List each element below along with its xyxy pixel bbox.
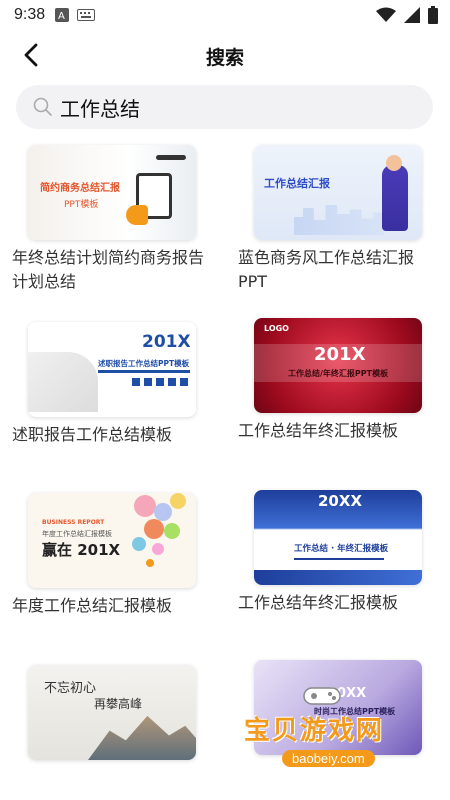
wrench-illustration <box>156 155 186 160</box>
result-thumbnail: BUSINESS REPORT 年度工作总结汇报模板 赢在 201X <box>28 493 196 588</box>
battery-icon <box>428 6 438 24</box>
watermark-url: baobeiy.com <box>282 750 375 767</box>
search-icon <box>33 97 52 116</box>
thumb-title: 不忘初心 <box>44 681 97 696</box>
result-thumbnail: LOGO 201X 工作总结/年终汇报PPT模板 <box>254 318 422 413</box>
wifi-icon <box>376 7 396 22</box>
thumb-bar <box>98 370 190 373</box>
thumb-year: 201X <box>314 344 366 365</box>
app-a-icon: A <box>55 8 70 22</box>
result-card[interactable]: 工作总结汇报 蓝色商务风工作总结汇报PPT <box>238 145 438 294</box>
page-title: 搜索 <box>205 46 244 69</box>
result-title: 工作总结年终汇报模板 <box>238 593 399 612</box>
watermark-title: 宝贝游戏网 <box>244 716 385 746</box>
signal-icon <box>404 7 420 23</box>
result-thumbnail: 简约商务总结汇报 PPT模板 <box>28 145 196 240</box>
balloon-circles <box>124 493 196 588</box>
result-card[interactable]: LOGO 201X 工作总结/年终汇报PPT模板 工作总结年终汇报模板 <box>238 318 438 443</box>
result-thumbnail: 不忘初心 再攀高峰 <box>28 665 196 760</box>
thumb-subtitle: PPT模板 <box>64 200 99 210</box>
result-thumbnail: 20XX 工作总结 · 年终汇报模板 <box>254 490 422 585</box>
thumb-line <box>294 558 384 560</box>
thumb-icons-row <box>132 378 188 386</box>
result-card[interactable]: 不忘初心 再攀高峰 <box>12 665 212 760</box>
result-title: 年终总结计划简约商务报告计划总结 <box>12 248 205 291</box>
gamepad-icon <box>303 687 341 705</box>
status-bar: 9:38 A <box>0 0 450 30</box>
hand-pen-illustration <box>28 352 98 412</box>
header: 搜索 <box>0 30 450 82</box>
result-thumbnail: 201X 述职报告工作总结PPT模板 <box>28 322 196 417</box>
status-time: 9:38 <box>14 6 46 23</box>
thumb-footer <box>254 570 422 585</box>
result-thumbnail: 工作总结汇报 <box>254 145 422 240</box>
thumb-year: 20XX <box>318 492 363 510</box>
result-title: 工作总结年终汇报模板 <box>238 421 399 440</box>
thumb-title: 赢在 201X <box>42 541 121 559</box>
person-head <box>386 155 402 171</box>
result-card[interactable]: 简约商务总结汇报 PPT模板 年终总结计划简约商务报告计划总结 <box>12 145 212 294</box>
search-input[interactable] <box>60 95 400 119</box>
chevron-left-icon <box>24 43 38 67</box>
thumb-title: 工作总结/年终汇报PPT模板 <box>288 369 389 378</box>
city-illustration <box>294 205 384 235</box>
person-illustration <box>382 165 408 231</box>
thumb-title: 工作总结汇报 <box>264 177 330 190</box>
result-title: 蓝色商务风工作总结汇报PPT <box>238 248 415 291</box>
result-title: 年度工作总结汇报模板 <box>12 596 173 615</box>
thumb-report: BUSINESS REPORT <box>42 519 105 526</box>
mountain-illustration <box>88 715 196 760</box>
keyboard-icon <box>77 9 96 21</box>
thumb-subtitle: 再攀高峰 <box>94 697 143 711</box>
result-card[interactable]: BUSINESS REPORT 年度工作总结汇报模板 赢在 201X 年度工作总… <box>12 493 212 618</box>
result-title: 述职报告工作总结模板 <box>12 425 173 444</box>
svg-text:A: A <box>58 11 65 22</box>
thumb-logo: LOGO <box>264 324 289 333</box>
hand-illustration <box>126 205 148 225</box>
thumb-title: 工作总结 · 年终汇报模板 <box>294 544 389 554</box>
result-card[interactable]: 20XX 工作总结 · 年终汇报模板 工作总结年终汇报模板 <box>238 490 438 615</box>
search-bar[interactable] <box>16 85 433 129</box>
watermark: 宝贝游戏网 baobeiy.com <box>232 687 432 786</box>
thumb-year: 201X <box>142 332 191 352</box>
back-button[interactable] <box>16 40 46 70</box>
thumb-title: 简约商务总结汇报 <box>40 183 120 194</box>
thumb-title: 述职报告工作总结PPT模板 <box>98 359 190 368</box>
thumb-subtitle: 年度工作总结汇报模板 <box>42 530 112 538</box>
result-card[interactable]: 201X 述职报告工作总结PPT模板 述职报告工作总结模板 <box>12 322 212 447</box>
